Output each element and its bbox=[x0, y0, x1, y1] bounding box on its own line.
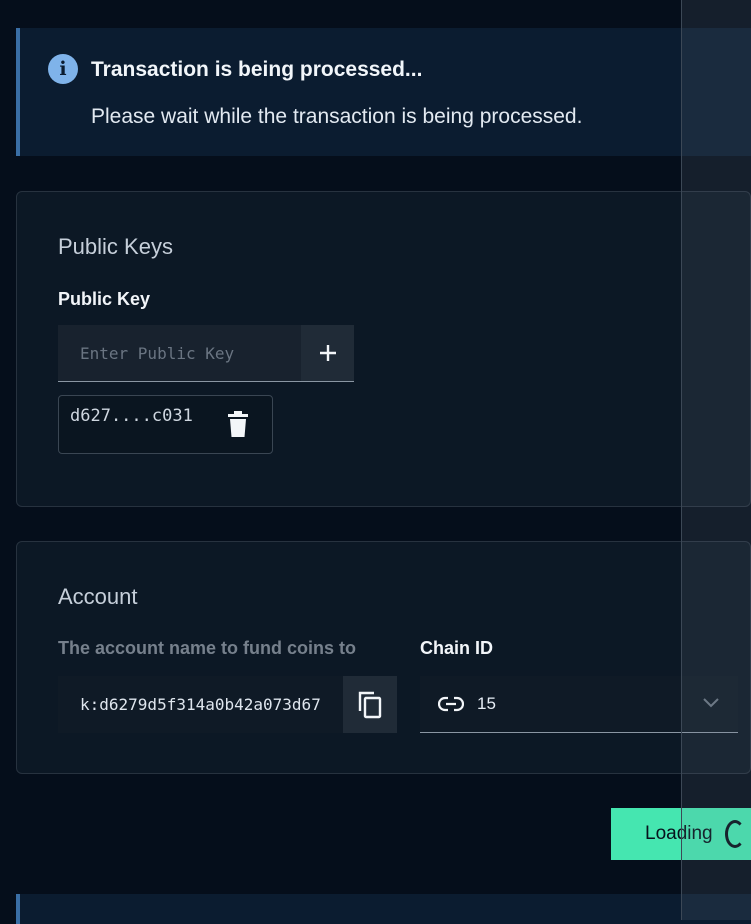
account-name-value: k:d6279d5f314a0b42a073d67 bbox=[80, 695, 321, 714]
public-keys-card: Public Keys Public Key Enter Public Key … bbox=[16, 191, 751, 507]
copy-account-button[interactable] bbox=[343, 676, 397, 733]
account-card: Account The account name to fund coins t… bbox=[16, 541, 751, 774]
public-key-label: Public Key bbox=[58, 289, 151, 309]
notification-message: Please wait while the transaction is bei… bbox=[91, 105, 583, 128]
notification-title: Transaction is being processed... bbox=[91, 58, 423, 81]
copy-icon bbox=[358, 691, 382, 718]
plus-icon bbox=[319, 345, 336, 361]
info-icon: i bbox=[48, 54, 78, 84]
chain-id-value: 15 bbox=[477, 694, 496, 713]
account-heading: Account bbox=[58, 584, 138, 609]
trash-icon[interactable] bbox=[227, 411, 249, 438]
transaction-notification: i Transaction is being processed... Plea… bbox=[16, 28, 751, 156]
account-name-field[interactable]: k:d6279d5f314a0b42a073d67 bbox=[58, 676, 343, 733]
add-key-button[interactable] bbox=[301, 325, 354, 382]
public-key-input-placeholder: Enter Public Key bbox=[80, 343, 235, 363]
public-key-input[interactable]: Enter Public Key bbox=[58, 325, 302, 382]
side-overlay-panel bbox=[681, 0, 751, 920]
account-name-label: The account name to fund coins to bbox=[58, 638, 357, 658]
link-icon bbox=[438, 696, 464, 712]
public-key-value: d627....c031 bbox=[70, 406, 193, 426]
chain-id-label: Chain ID bbox=[420, 638, 494, 658]
public-key-chip: d627....c031 bbox=[58, 395, 273, 454]
public-keys-heading: Public Keys bbox=[58, 234, 173, 259]
